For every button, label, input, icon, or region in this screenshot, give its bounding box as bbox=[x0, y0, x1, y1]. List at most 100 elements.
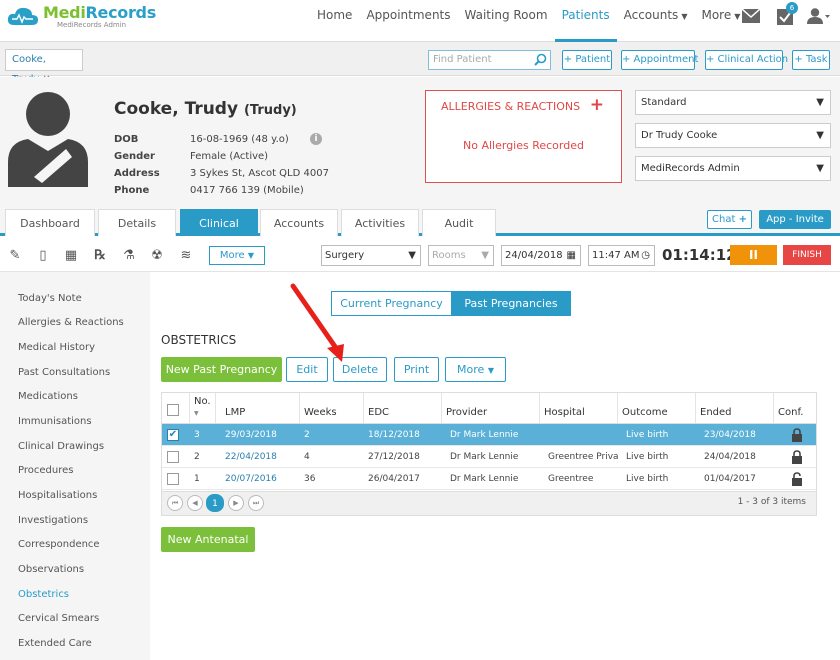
sidebar-item-hospitalisations[interactable]: Hospitalisations bbox=[18, 490, 97, 501]
sidebar-item-past-consultations[interactable]: Past Consultations bbox=[18, 367, 110, 378]
unlock-icon[interactable] bbox=[791, 472, 803, 486]
chat-button[interactable]: Chat + bbox=[707, 210, 752, 229]
medirecords-logo[interactable]: MediRecords MediRecords Admin bbox=[6, 5, 156, 29]
user-icon[interactable] bbox=[802, 4, 836, 28]
tab-activities[interactable]: Activities bbox=[341, 209, 419, 236]
col-weeks[interactable]: Weeks bbox=[300, 393, 364, 423]
patient-tab[interactable]: Cooke, Trudy✕ bbox=[5, 49, 83, 85]
col-outcome[interactable]: Outcome bbox=[618, 393, 696, 423]
toolbar-more-button[interactable]: More ▼ bbox=[209, 246, 265, 265]
lock-icon[interactable] bbox=[791, 450, 803, 464]
date-input[interactable]: 24/04/2018 ▦ bbox=[501, 245, 581, 266]
tab-dashboard[interactable]: Dashboard bbox=[5, 209, 95, 236]
past-pregnancies-toggle[interactable]: Past Pregnancies bbox=[451, 291, 571, 316]
sidebar-item-allergies[interactable]: Allergies & Reactions bbox=[18, 317, 124, 328]
print-button[interactable]: Print bbox=[394, 357, 439, 382]
admin-select[interactable]: MediRecords Admin ▼ bbox=[635, 156, 831, 181]
nav-accounts[interactable]: Accounts ▼ bbox=[617, 0, 695, 42]
notes-icon[interactable]: ✎ bbox=[6, 247, 24, 265]
phone-value: 0417 766 139 (Mobile) bbox=[190, 185, 304, 196]
cell-lmp[interactable]: 22/04/2018 bbox=[221, 446, 277, 467]
cell-lmp[interactable]: 29/03/2018 bbox=[221, 424, 277, 445]
row-checkbox[interactable]: ✔ bbox=[167, 429, 179, 441]
nav-appointments[interactable]: Appointments bbox=[359, 0, 457, 42]
lock-icon[interactable] bbox=[791, 428, 803, 442]
allergies-title: ALLERGIES & REACTIONS bbox=[441, 100, 581, 113]
radiation-icon[interactable]: ☢ bbox=[148, 247, 166, 265]
select-all-checkbox[interactable] bbox=[167, 404, 179, 416]
time-input[interactable]: 11:47 AM ◷ bbox=[588, 245, 655, 266]
prescription-icon[interactable]: ℞ bbox=[91, 247, 109, 265]
prev-page-icon[interactable]: ◀ bbox=[187, 495, 203, 511]
table-row[interactable]: 1 20/07/2016 36 26/04/2017 Dr Mark Lenni… bbox=[162, 468, 816, 490]
current-page[interactable]: 1 bbox=[206, 494, 224, 512]
first-page-icon[interactable]: ⏮ bbox=[167, 495, 183, 511]
sidebar-item-obstetrics[interactable]: Obstetrics bbox=[18, 589, 69, 600]
add-patient-button[interactable]: + Patient bbox=[562, 50, 612, 70]
find-patient-input[interactable]: Find Patient bbox=[428, 50, 551, 70]
add-clinical-action-button[interactable]: + Clinical Action bbox=[705, 50, 788, 70]
col-hospital[interactable]: Hospital bbox=[540, 393, 618, 423]
new-past-pregnancy-button[interactable]: New Past Pregnancy bbox=[161, 357, 282, 382]
clock-icon[interactable]: ◷ bbox=[641, 246, 650, 265]
col-lmp[interactable]: LMP bbox=[221, 393, 300, 423]
last-page-icon[interactable]: ⏭ bbox=[248, 495, 264, 511]
cell-no: 1 bbox=[194, 474, 200, 484]
col-provider[interactable]: Provider bbox=[442, 393, 540, 423]
document-icon[interactable]: ▯ bbox=[34, 247, 52, 265]
address-value: 3 Sykes St, Ascot QLD 4007 bbox=[190, 168, 329, 179]
tab-audit[interactable]: Audit bbox=[422, 209, 496, 236]
cell-lmp[interactable]: 20/07/2016 bbox=[221, 468, 277, 489]
tab-accounts[interactable]: Accounts bbox=[260, 209, 338, 236]
col-edc[interactable]: EDC bbox=[364, 393, 442, 423]
sidebar-item-medical-history[interactable]: Medical History bbox=[18, 342, 95, 353]
more-actions-button[interactable]: More ▼ bbox=[445, 357, 506, 382]
sidebar-item-immunisations[interactable]: Immunisations bbox=[18, 416, 92, 427]
nav-patients[interactable]: Patients bbox=[554, 0, 617, 42]
sidebar-item-cervical-smears[interactable]: Cervical Smears bbox=[18, 613, 99, 624]
tab-details[interactable]: Details bbox=[98, 209, 176, 236]
patient-header: Cooke, Trudy (Trudy) DOB 16-08-1969 (48 y… bbox=[0, 77, 840, 207]
layers-icon[interactable]: ≋ bbox=[177, 247, 195, 265]
col-confidential[interactable]: Conf. bbox=[774, 393, 816, 423]
pause-button[interactable]: II bbox=[730, 245, 777, 265]
tasks-icon[interactable]: 6 bbox=[768, 2, 802, 28]
col-no[interactable]: No. ▼ bbox=[190, 393, 216, 423]
sidebar-item-medications[interactable]: Medications bbox=[18, 391, 78, 402]
calculator-icon[interactable]: ▦ bbox=[62, 247, 80, 265]
search-icon[interactable] bbox=[534, 53, 547, 66]
doctor-select[interactable]: Dr Trudy Cooke ▼ bbox=[635, 123, 831, 148]
sidebar-item-todays-note[interactable]: Today's Note bbox=[18, 293, 82, 304]
next-page-icon[interactable]: ▶ bbox=[228, 495, 244, 511]
finish-button[interactable]: FINISH bbox=[783, 245, 831, 265]
sidebar-item-observations[interactable]: Observations bbox=[18, 564, 84, 575]
sidebar-item-extended-care[interactable]: Extended Care bbox=[18, 638, 92, 649]
nav-home[interactable]: Home bbox=[310, 0, 359, 42]
tab-clinical[interactable]: Clinical bbox=[180, 209, 258, 236]
table-row[interactable]: 2 22/04/2018 4 27/12/2018 Dr Mark Lennie… bbox=[162, 446, 816, 468]
col-ended[interactable]: Ended bbox=[696, 393, 774, 423]
add-allergy-icon[interactable]: + bbox=[590, 95, 604, 115]
nav-waiting-room[interactable]: Waiting Room bbox=[458, 0, 555, 42]
cell-ended: 24/04/2018 bbox=[704, 452, 756, 462]
location-select[interactable]: Surgery ▼ bbox=[321, 245, 421, 266]
new-antenatal-button[interactable]: New Antenatal bbox=[161, 527, 255, 552]
patient-tab-bar: Cooke, Trudy✕ Find Patient + Patient + A… bbox=[0, 42, 840, 85]
calendar-icon[interactable]: ▦ bbox=[567, 246, 576, 265]
row-checkbox[interactable] bbox=[167, 473, 179, 485]
sidebar-item-correspondence[interactable]: Correspondence bbox=[18, 539, 100, 550]
template-select[interactable]: Standard ▼ bbox=[635, 90, 831, 115]
chevron-down-icon: ▼ bbox=[681, 12, 688, 21]
sidebar-item-procedures[interactable]: Procedures bbox=[18, 465, 73, 476]
sidebar-item-clinical-drawings[interactable]: Clinical Drawings bbox=[18, 441, 104, 452]
row-checkbox[interactable] bbox=[167, 451, 179, 463]
add-task-button[interactable]: + Task bbox=[792, 50, 830, 70]
mail-icon[interactable] bbox=[734, 4, 768, 28]
info-icon[interactable]: i bbox=[310, 133, 322, 145]
rooms-select[interactable]: Rooms ▼ bbox=[428, 245, 494, 266]
table-row[interactable]: ✔ 3 29/03/2018 2 18/12/2018 Dr Mark Lenn… bbox=[162, 424, 816, 446]
sidebar-item-investigations[interactable]: Investigations bbox=[18, 515, 88, 526]
add-appointment-button[interactable]: + Appointment bbox=[621, 50, 698, 70]
lab-icon[interactable]: ⚗ bbox=[120, 247, 138, 265]
app-invite-button[interactable]: App - Invite bbox=[759, 210, 831, 229]
